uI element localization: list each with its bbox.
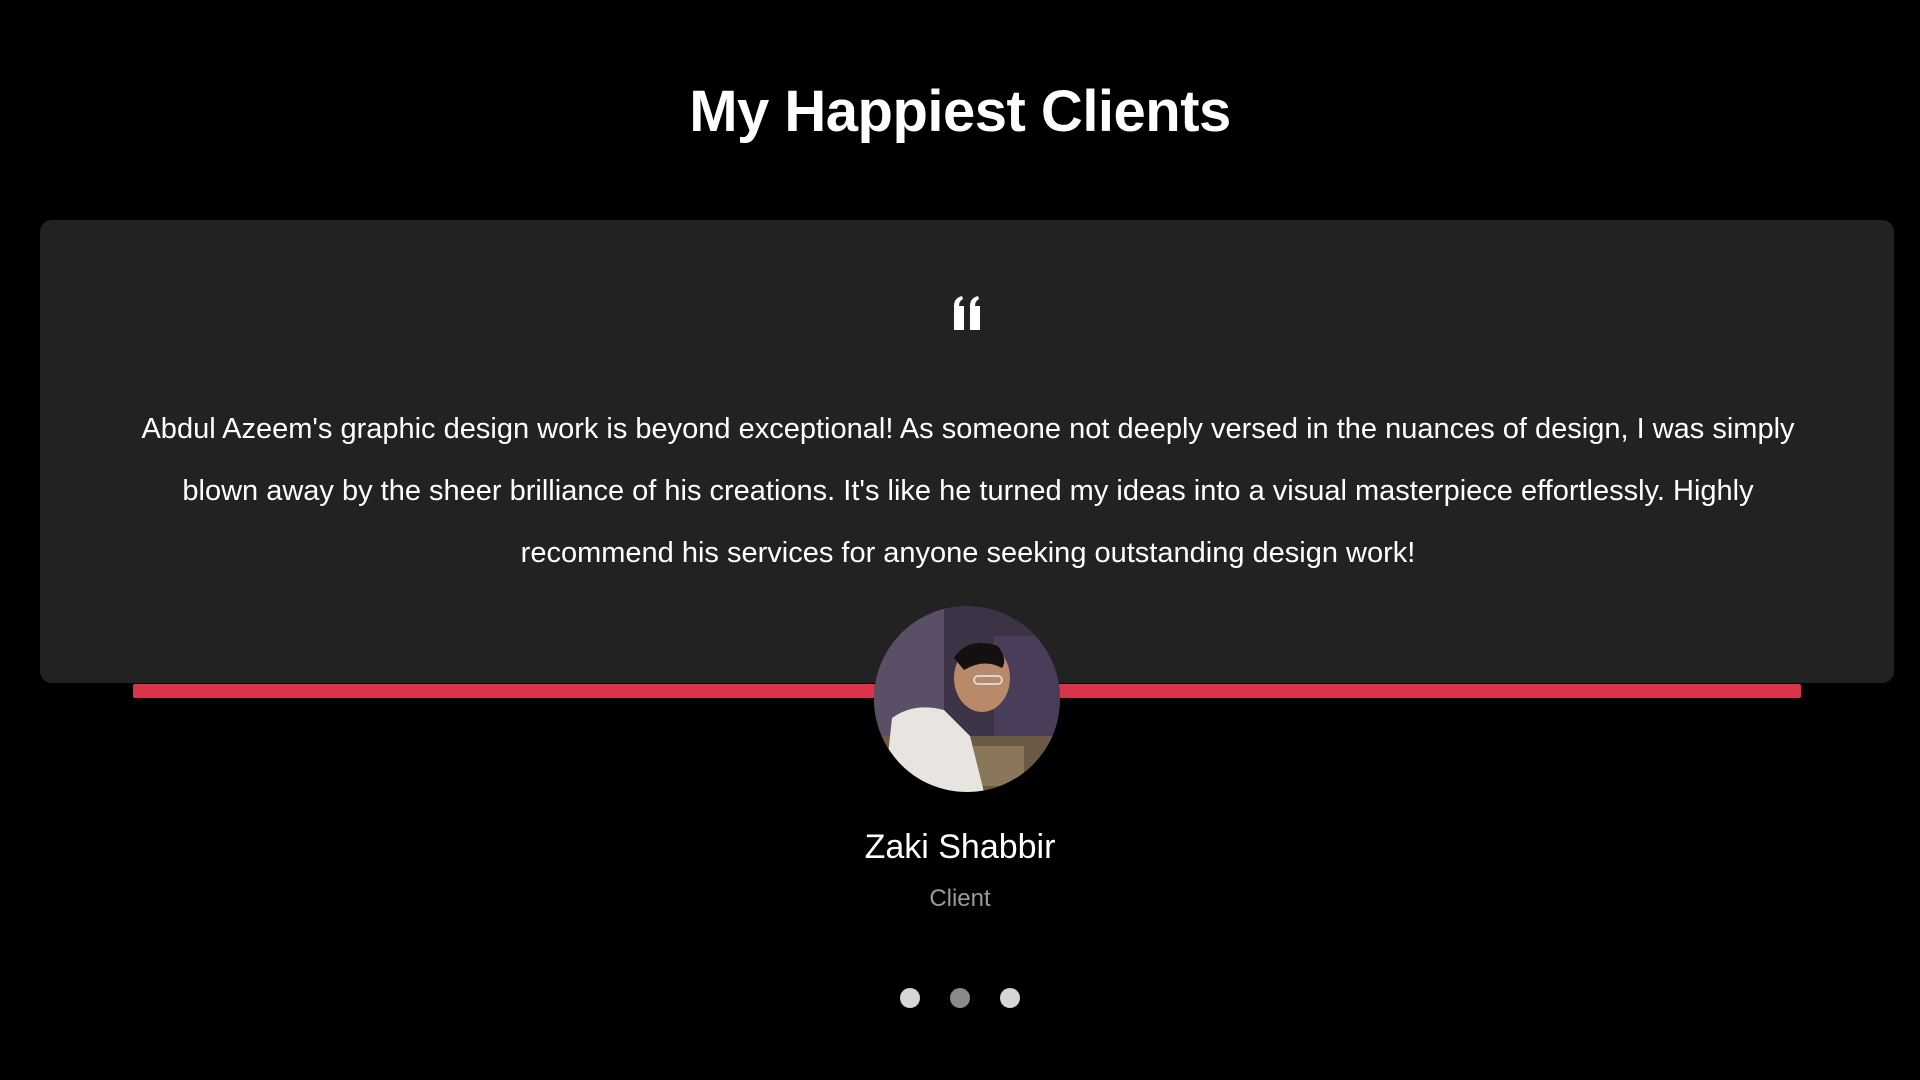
carousel-pagination <box>0 988 1920 1008</box>
carousel-dot-1[interactable] <box>900 988 920 1008</box>
client-role: Client <box>929 885 991 912</box>
section-title: My Happiest Clients <box>689 79 1231 144</box>
client-name: Zaki Shabbir <box>864 828 1056 866</box>
testimonials-section: My Happiest Clients Abdul Azeem's graphi… <box>0 0 1920 1080</box>
carousel-dot-2[interactable] <box>950 988 970 1008</box>
testimonial-text: Abdul Azeem's graphic design work is bey… <box>141 413 1795 569</box>
quote-left-icon <box>40 294 1894 354</box>
client-avatar <box>874 606 1060 792</box>
carousel-dot-3[interactable] <box>1000 988 1020 1008</box>
